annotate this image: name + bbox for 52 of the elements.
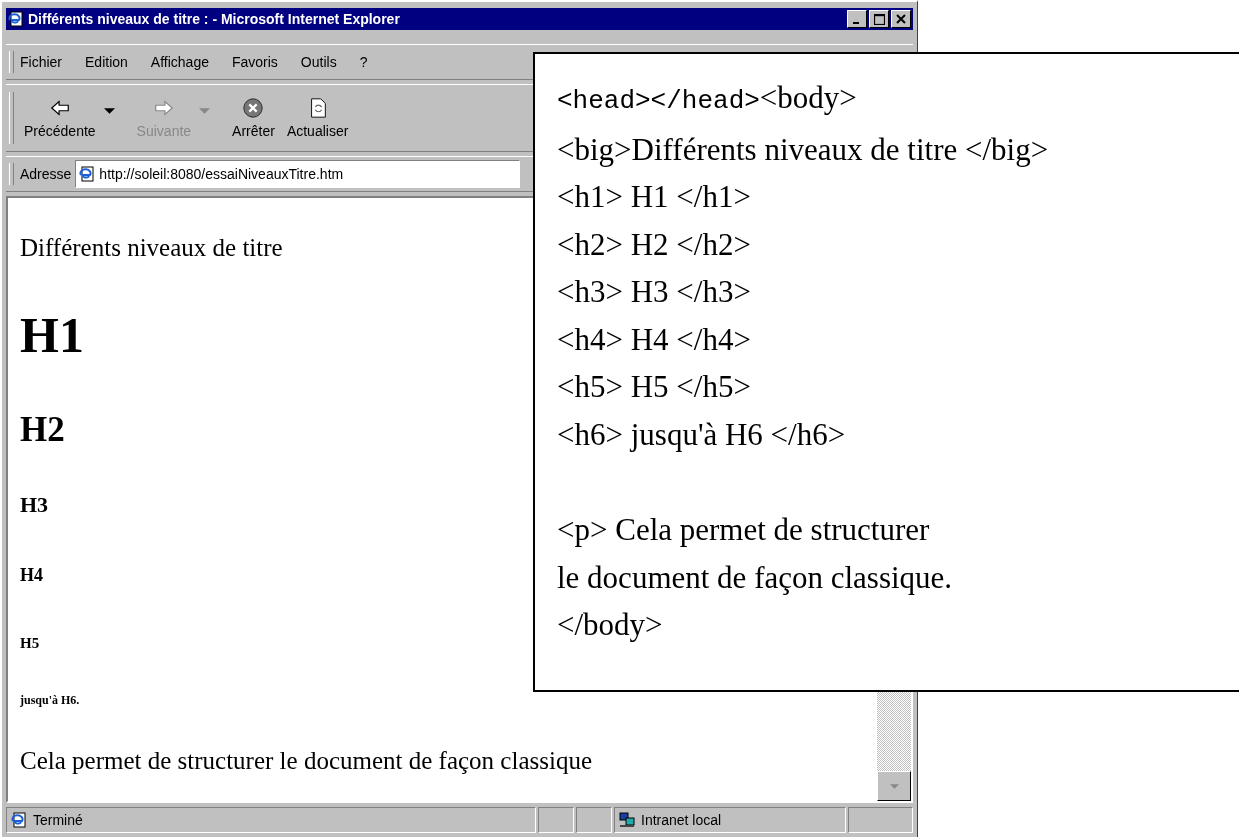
heading-text: H5 — [20, 635, 40, 652]
menu-item[interactable]: ? — [359, 54, 368, 70]
code-text: <big>Différents niveaux de titre </big> — [557, 131, 1049, 167]
close-button[interactable] — [891, 10, 911, 28]
window-title: Différents niveaux de titre : - Microsoft Internet Explorer — [28, 11, 401, 27]
maximize-button[interactable] — [869, 10, 889, 28]
page-title-text: Différents niveaux de titre — [20, 234, 283, 262]
status-panel — [538, 807, 574, 833]
computers-icon — [619, 812, 635, 828]
maximize-icon — [873, 13, 885, 25]
menu-item[interactable]: Outils — [300, 54, 337, 70]
left-arrow-icon — [48, 97, 71, 119]
paragraph-text: Cela permet de structurer le document de façon classique — [20, 747, 592, 775]
toolbar-button[interactable]: Actualiser — [282, 97, 353, 139]
address-label: Adresse — [20, 166, 72, 182]
menu-item[interactable]: Affichage — [150, 54, 209, 70]
code-text: </body> — [557, 607, 663, 642]
code-text: <p> Cela permet de structurer — [557, 512, 930, 547]
code-text: le document de façon classique. — [557, 559, 953, 595]
heading-text: H3 — [20, 492, 49, 518]
status-panel — [576, 807, 612, 833]
scroll-down-button[interactable] — [877, 771, 911, 801]
code-text: <h3> H3 </h3> — [557, 274, 751, 309]
stop-icon — [242, 97, 265, 119]
close-icon — [896, 14, 906, 24]
code-text: <body> — [759, 80, 857, 115]
minimize-button[interactable] — [847, 10, 867, 28]
heading-text: H4 — [20, 565, 43, 586]
menu-item[interactable]: Edition — [85, 54, 128, 70]
page-icon — [79, 166, 96, 182]
code-text: <h4> H4 </h4> — [557, 321, 751, 357]
down-caret-icon — [889, 783, 899, 789]
menu-item[interactable]: Favoris — [231, 54, 278, 70]
code-text: <head></head> — [557, 86, 760, 116]
code-text: <h6> jusqu'à H6 </h6> — [557, 416, 846, 452]
address-field[interactable]: http://soleil:8080/essaiNiveauxTitre.htm — [75, 160, 521, 188]
code-text: <h2> H2 </h2> — [557, 226, 751, 262]
toolbar-button[interactable]: Arrêter — [228, 97, 279, 139]
status-panel: Terminé — [6, 807, 536, 833]
code-text: <h1> H1 </h1> — [557, 179, 751, 214]
right-arrow-icon — [152, 97, 175, 119]
heading-text: jusqu'à H6. — [20, 693, 80, 708]
minimize-icon — [852, 22, 862, 24]
toolbar-button[interactable]: Précédente — [20, 97, 100, 139]
heading-text: H1 — [20, 306, 84, 364]
heading-text: H2 — [20, 410, 65, 450]
document-icon — [8, 11, 24, 27]
code-text: <h5> H5 </h5> — [557, 369, 751, 404]
page-icon — [11, 812, 27, 828]
menu-item[interactable]: Fichier — [20, 54, 62, 70]
zone-panel: Intranet local — [614, 807, 846, 833]
caret-icon[interactable] — [103, 108, 115, 114]
